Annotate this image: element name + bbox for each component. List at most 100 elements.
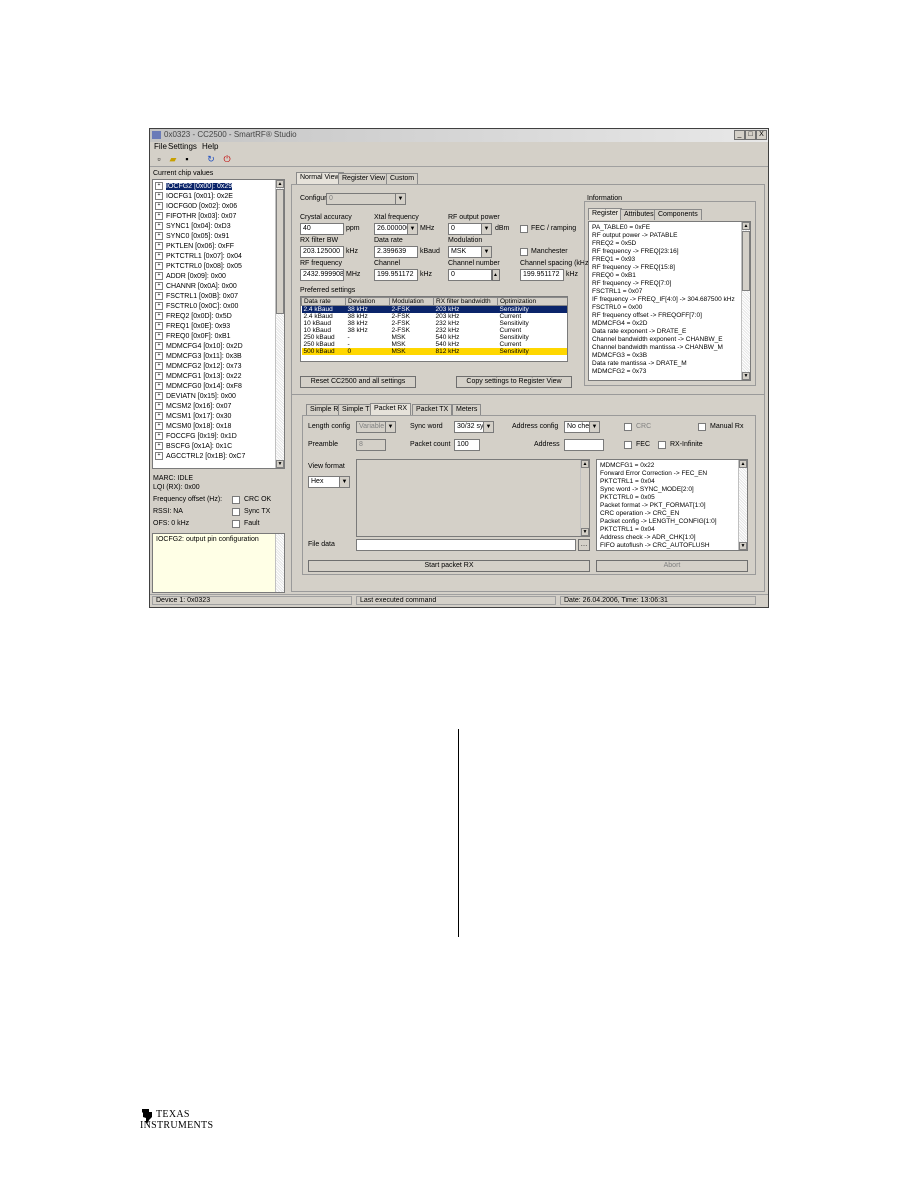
address-config-combo[interactable]: No check: [564, 421, 600, 433]
expand-icon[interactable]: +: [155, 412, 163, 420]
expand-icon[interactable]: +: [155, 402, 163, 410]
rf-output-combo[interactable]: 0: [448, 223, 492, 235]
tab-components[interactable]: Components: [654, 209, 702, 220]
table-row[interactable]: 10 kBaud 38 kHz 2-FSK 232 kHz Sensitivity: [302, 320, 568, 327]
expand-icon[interactable]: +: [155, 272, 163, 280]
new-file-icon[interactable]: ▫: [154, 154, 164, 164]
expand-icon[interactable]: +: [155, 332, 163, 340]
tree-item[interactable]: + FSCTRL1 [0x0B]: 0x07: [155, 292, 238, 300]
scroll-thumb[interactable]: [276, 189, 284, 314]
start-packet-rx-button[interactable]: Start packet RX: [308, 560, 590, 572]
packet-register-scrollbar[interactable]: ▲ ▼: [738, 460, 747, 550]
expand-icon[interactable]: +: [155, 382, 163, 390]
table-row[interactable]: 10 kBaud 38 kHz 2-FSK 232 kHz Current: [302, 327, 568, 334]
tab-normal-view[interactable]: Normal View: [296, 172, 344, 184]
length-config-combo[interactable]: Variable: [356, 421, 396, 433]
expand-icon[interactable]: +: [155, 362, 163, 370]
packet-scroll-down-icon[interactable]: ▼: [581, 528, 589, 536]
expand-icon[interactable]: +: [155, 262, 163, 270]
tree-item[interactable]: + SYNC0 [0x05]: 0x91: [155, 232, 229, 240]
save-icon[interactable]: ▪: [182, 154, 192, 164]
expand-icon[interactable]: +: [155, 192, 163, 200]
table-row[interactable]: 250 kBaud - MSK 540 kHz Sensitivity: [302, 334, 568, 341]
tree-item[interactable]: + MCSM0 [0x18]: 0x18: [155, 422, 231, 430]
tab-register[interactable]: Register: [588, 208, 623, 220]
expand-icon[interactable]: +: [155, 242, 163, 250]
xtal-freq-combo[interactable]: 26.000000: [374, 223, 418, 235]
expand-icon[interactable]: +: [155, 422, 163, 430]
chan-spacing-input[interactable]: 199.951172: [520, 269, 564, 281]
expand-icon[interactable]: +: [155, 452, 163, 460]
scroll-down-icon[interactable]: ▼: [276, 460, 284, 468]
preferred-settings-table[interactable]: Data rate Deviation Modulation RX filter ba…: [300, 296, 568, 362]
address-input[interactable]: [564, 439, 604, 451]
info-scroll-down-icon[interactable]: ▼: [742, 372, 750, 380]
tab-custom[interactable]: Custom: [386, 173, 419, 184]
tree-item[interactable]: + MDMCFG3 [0x11]: 0x3B: [155, 352, 242, 360]
preferred-settings-grid[interactable]: Data rate Deviation Modulation RX filter ba…: [301, 297, 568, 355]
packet-data-area[interactable]: ▲ ▼: [356, 459, 590, 537]
expand-icon[interactable]: +: [155, 342, 163, 350]
tab-register-view[interactable]: Register View: [338, 173, 390, 184]
expand-icon[interactable]: +: [155, 222, 163, 230]
close-button[interactable]: X: [756, 130, 767, 140]
view-format-combo[interactable]: Hex: [308, 476, 350, 488]
info-scrollbar[interactable]: ▲ ▼: [741, 222, 750, 380]
reset-icon[interactable]: ⏻: [222, 154, 232, 164]
table-row[interactable]: 250 kBaud - MSK 540 kHz Current: [302, 341, 568, 348]
tree-item[interactable]: + FREQ0 [0x0F]: 0xB1: [155, 332, 231, 340]
expand-icon[interactable]: +: [155, 182, 163, 190]
tree-item[interactable]: + BSCFG [0x1A]: 0x1C: [155, 442, 232, 450]
column-header[interactable]: RX filter bandwidth: [433, 297, 498, 306]
scroll-up-icon[interactable]: ▲: [276, 180, 284, 188]
expand-icon[interactable]: +: [155, 202, 163, 210]
rx-infinite-checkbox[interactable]: [658, 441, 666, 449]
register-tree[interactable]: + IOCFG2 [0x00]: 0x29 + IOCFG1 [0x01]: 0x2E…: [152, 179, 285, 469]
minimize-button[interactable]: _: [734, 130, 745, 140]
rx-filter-input[interactable]: 203.125000: [300, 246, 344, 258]
info-scroll-thumb[interactable]: [742, 231, 750, 291]
title-bar[interactable]: 0x0323 - CC2500 - SmartRF® Studio _ □ X: [150, 129, 768, 142]
tree-item[interactable]: + ADDR [0x09]: 0x00: [155, 272, 226, 280]
expand-icon[interactable]: +: [155, 302, 163, 310]
refresh-icon[interactable]: ↻: [206, 154, 216, 164]
tree-item[interactable]: + MDMCFG1 [0x13]: 0x22: [155, 372, 241, 380]
expand-icon[interactable]: +: [155, 322, 163, 330]
tree-item[interactable]: + DEVIATN [0x15]: 0x00: [155, 392, 236, 400]
tree-item[interactable]: + FIFOTHR [0x03]: 0x07: [155, 212, 236, 220]
expand-icon[interactable]: +: [155, 372, 163, 380]
expand-icon[interactable]: +: [155, 232, 163, 240]
tree-item[interactable]: + FREQ2 [0x0D]: 0x5D: [155, 312, 232, 320]
tab-meters[interactable]: Meters: [452, 404, 482, 415]
fec-rx-checkbox[interactable]: [624, 441, 632, 449]
tree-item[interactable]: + IOCFG2 [0x00]: 0x29: [155, 182, 233, 190]
expand-icon[interactable]: +: [155, 432, 163, 440]
tree-item[interactable]: + CHANNR [0x0A]: 0x00: [155, 282, 237, 290]
channel-number-input[interactable]: 0: [448, 269, 492, 281]
table-row[interactable]: 2.4 kBaud 38 kHz 2-FSK 203 kHz Current: [302, 313, 568, 320]
abort-button[interactable]: Abort: [596, 560, 748, 572]
tree-item[interactable]: + MCSM1 [0x17]: 0x30: [155, 412, 231, 420]
menu-help[interactable]: Help: [202, 142, 218, 151]
tree-item[interactable]: + IOCFG0D [0x02]: 0x06: [155, 202, 237, 210]
tree-item[interactable]: + IOCFG1 [0x01]: 0x2E: [155, 192, 233, 200]
table-row[interactable]: 500 kBaud 0 MSK 812 kHz Sensitivity: [301, 348, 567, 355]
column-header[interactable]: Modulation: [389, 297, 434, 306]
tree-item[interactable]: + MDMCFG4 [0x10]: 0x2D: [155, 342, 243, 350]
column-header[interactable]: Deviation: [345, 297, 390, 306]
menu-file[interactable]: File: [154, 142, 167, 151]
sync-word-combo[interactable]: 30/32 sync: [454, 421, 494, 433]
reset-all-button[interactable]: Reset CC2500 and all settings: [300, 376, 416, 388]
reg-scroll-down-icon[interactable]: ▼: [739, 542, 747, 550]
column-header[interactable]: Data rate: [301, 297, 346, 306]
tree-item[interactable]: + AGCCTRL2 [0x1B]: 0xC7: [155, 452, 245, 460]
tree-item[interactable]: + FSCTRL0 [0x0C]: 0x00: [155, 302, 238, 310]
expand-icon[interactable]: +: [155, 392, 163, 400]
menu-settings[interactable]: Settings: [168, 142, 197, 151]
tree-item[interactable]: + FREQ1 [0x0E]: 0x93: [155, 322, 230, 330]
tree-item[interactable]: + FOCCFG [0x19]: 0x1D: [155, 432, 237, 440]
info-scroll-up-icon[interactable]: ▲: [742, 222, 750, 230]
description-scrollbar[interactable]: [275, 534, 284, 592]
packet-data-scrollbar[interactable]: ▲ ▼: [580, 460, 589, 536]
expand-icon[interactable]: +: [155, 442, 163, 450]
